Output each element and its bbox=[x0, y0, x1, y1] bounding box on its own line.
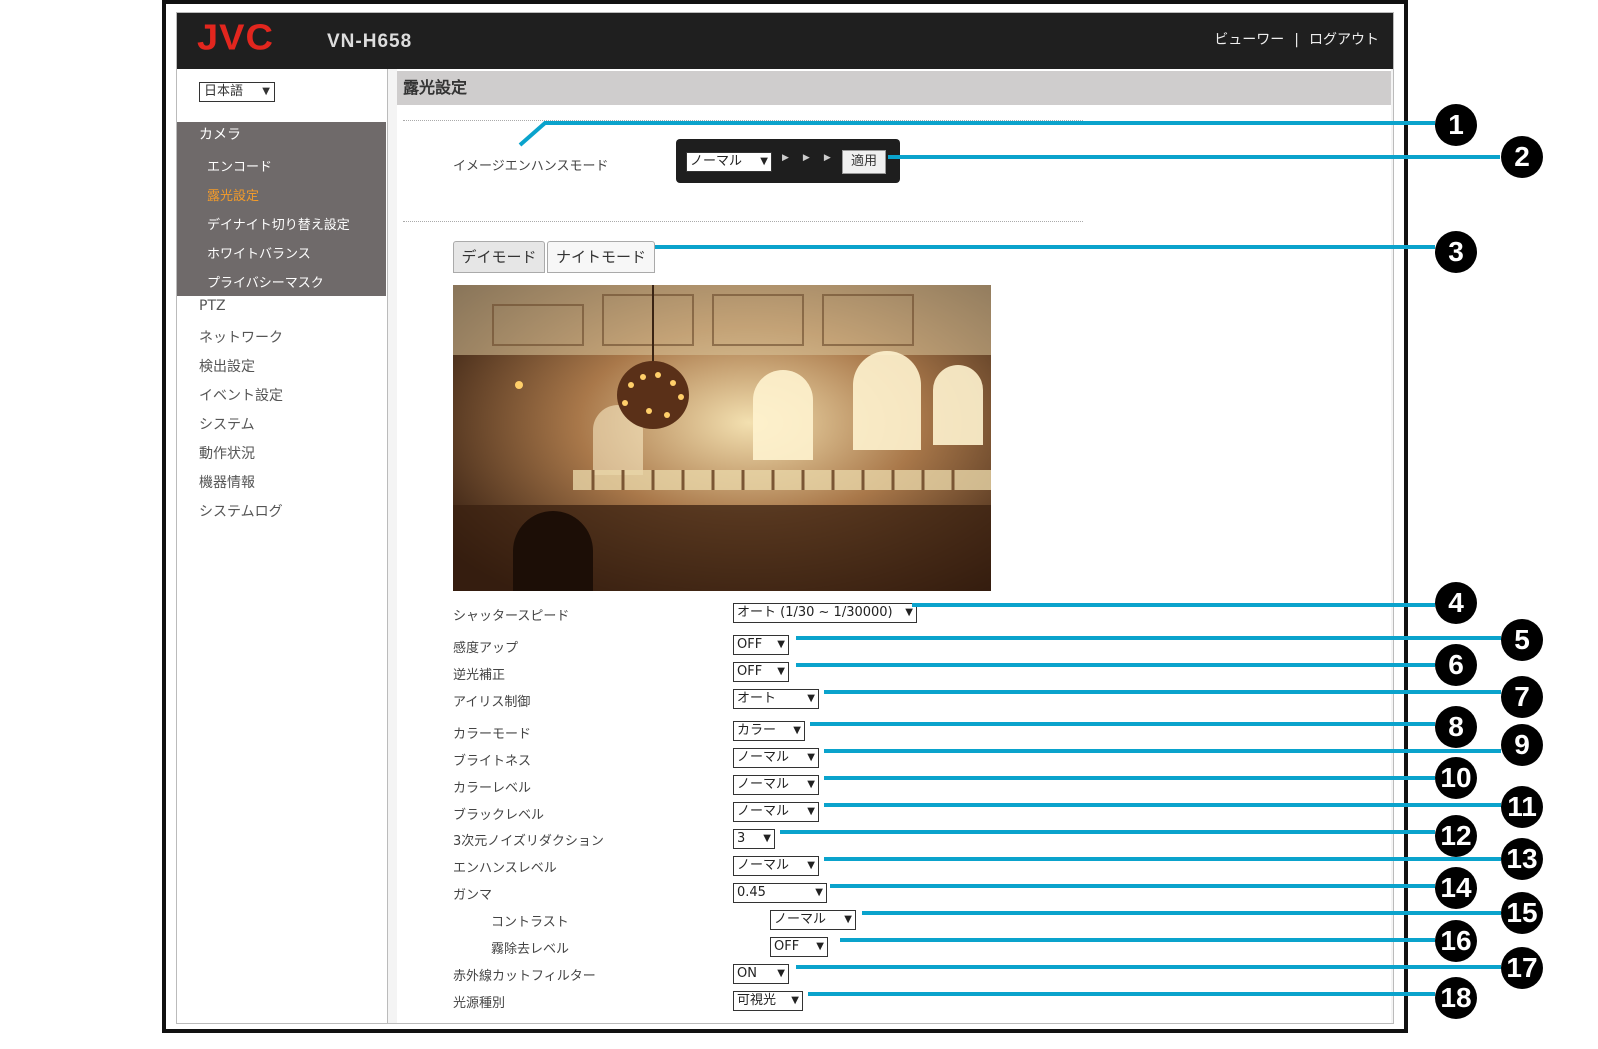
callout-line bbox=[824, 749, 1501, 753]
callout-badge: 8 bbox=[1435, 706, 1477, 748]
callout-badge: 5 bbox=[1501, 619, 1543, 661]
callout-line bbox=[796, 663, 1435, 667]
callout-badge: 18 bbox=[1435, 977, 1477, 1019]
callout-badge: 3 bbox=[1435, 231, 1477, 273]
callout-badge: 17 bbox=[1501, 947, 1543, 989]
callout-badge: 16 bbox=[1435, 920, 1477, 962]
callout-badge: 14 bbox=[1435, 867, 1477, 909]
callout-line bbox=[862, 911, 1501, 915]
callout-line bbox=[824, 857, 1501, 861]
callout-line bbox=[810, 722, 1435, 726]
callout-line bbox=[830, 884, 1435, 888]
callout-line bbox=[518, 121, 1435, 147]
callout-line bbox=[912, 603, 1435, 607]
callout-line bbox=[655, 245, 1435, 249]
callout-badge: 9 bbox=[1501, 724, 1543, 766]
callout-badge: 11 bbox=[1501, 786, 1543, 828]
callout-line bbox=[796, 636, 1501, 640]
callout-badge: 12 bbox=[1435, 815, 1477, 857]
callout-badge: 2 bbox=[1501, 136, 1543, 178]
callout-line bbox=[808, 992, 1435, 996]
callout-badge: 4 bbox=[1435, 582, 1477, 624]
callout-badge: 10 bbox=[1435, 757, 1477, 799]
callout-badge: 7 bbox=[1501, 676, 1543, 718]
callout-line bbox=[824, 690, 1501, 694]
callout-line bbox=[824, 776, 1435, 780]
callout-badge: 6 bbox=[1435, 644, 1477, 686]
callout-line bbox=[824, 803, 1501, 807]
callout-line bbox=[888, 155, 1500, 159]
callout-badge: 13 bbox=[1501, 838, 1543, 880]
callout-badge: 1 bbox=[1435, 104, 1477, 146]
callout-line bbox=[780, 830, 1435, 834]
callout-line bbox=[796, 965, 1501, 969]
callout-badge: 15 bbox=[1501, 892, 1543, 934]
callout-line bbox=[840, 938, 1435, 942]
